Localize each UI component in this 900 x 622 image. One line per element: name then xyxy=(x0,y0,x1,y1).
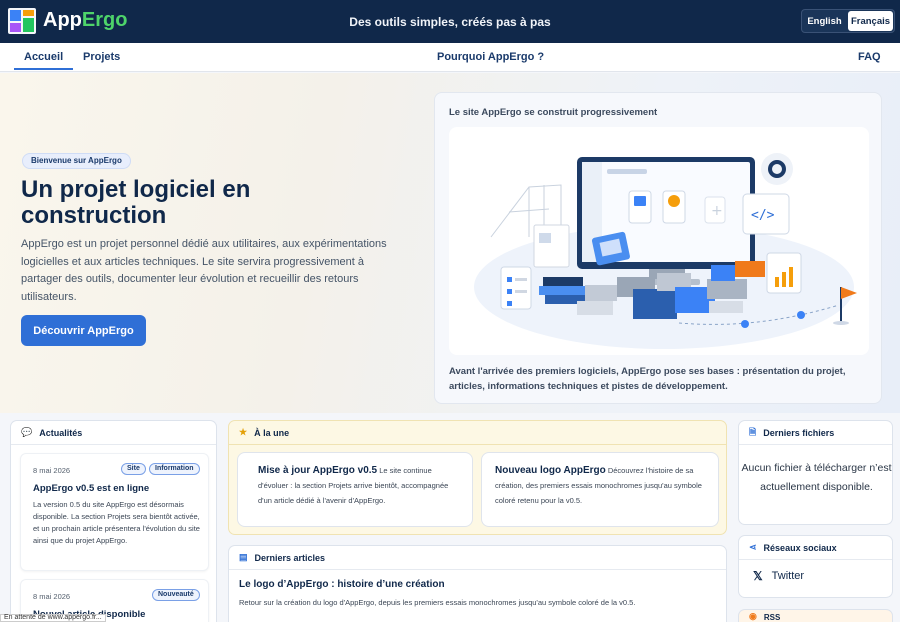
document-icon: ▤ xyxy=(239,552,248,562)
chat-icon: 💬 xyxy=(21,427,33,437)
news-title: Actualités xyxy=(39,427,83,438)
badge-site: Site xyxy=(121,463,146,475)
nav-faq[interactable]: FAQ xyxy=(858,51,881,63)
top-header: AppErgo Des outils simples, créés pas à … xyxy=(0,0,900,43)
rss-icon: ◉ xyxy=(749,611,757,621)
badge-information: Information xyxy=(149,463,200,475)
share-icon: ⋖ xyxy=(749,542,757,552)
files-header: 🗎 Derniers fichiers xyxy=(739,421,892,445)
social-title: Réseaux sociaux xyxy=(763,542,837,553)
featured-item[interactable]: Nouveau logo AppErgo Découvrez l'histoir… xyxy=(481,452,719,527)
file-icon: 🗎 xyxy=(749,426,757,437)
svg-text:</>: </> xyxy=(751,208,775,223)
nav-why[interactable]: Pourquoi AppErgo ? xyxy=(437,51,544,63)
hero-card-description: Avant l'arrivée des premiers logiciels, … xyxy=(449,366,846,392)
badge-new: Nouveauté xyxy=(152,589,200,601)
tagline: Des outils simples, créés pas à pas xyxy=(349,15,551,29)
lang-french-button[interactable]: Français xyxy=(848,11,893,31)
lang-english-button[interactable]: English xyxy=(802,10,847,32)
articles-title: Derniers articles xyxy=(254,552,326,563)
main-nav: Accueil Projets Pourquoi AppErgo ? FAQ xyxy=(0,43,900,72)
articles-header: ▤ Derniers articles xyxy=(229,546,726,570)
star-icon: ★ xyxy=(239,427,248,437)
browser-status-bar: En attente de www.appergo.fr... xyxy=(0,614,106,622)
nav-home[interactable]: Accueil xyxy=(14,51,74,70)
twitter-label: Twitter xyxy=(771,570,805,582)
svg-text:+: + xyxy=(711,203,723,219)
rss-card: ◉ RSS xyxy=(738,609,893,622)
featured-header: ★ À la une xyxy=(229,421,726,445)
featured-item[interactable]: Mise à jour AppErgo v0.5 Le site continu… xyxy=(237,452,473,527)
hero-card-caption: Le site AppErgo se construit progressive… xyxy=(449,107,658,118)
featured-item-title[interactable]: Mise à jour AppErgo v0.5 xyxy=(258,465,377,476)
article-summary: Retour sur la création du logo d'AppErgo… xyxy=(239,598,636,607)
news-date: 8 mai 2026 xyxy=(33,466,71,475)
welcome-pill: Bienvenue sur AppErgo xyxy=(22,153,131,169)
featured-item-title[interactable]: Nouveau logo AppErgo xyxy=(495,465,606,476)
language-switcher: English Français xyxy=(801,9,895,33)
news-card: 💬 Actualités 8 mai 2026 Site Information … xyxy=(10,420,217,622)
social-header: ⋖ Réseaux sociaux xyxy=(739,536,892,560)
rss-title: RSS xyxy=(763,613,781,622)
news-item-text: La version 0.5 du site AppErgo est désor… xyxy=(33,500,200,545)
rss-header: ◉ RSS xyxy=(739,610,892,622)
article-title-link[interactable]: Le logo d’AppErgo : histoire d’une créat… xyxy=(239,579,445,590)
news-header: 💬 Actualités xyxy=(11,421,216,445)
news-date: 8 mai 2026 xyxy=(33,592,71,601)
hero-lead: AppErgo est un projet personnel dédié au… xyxy=(21,238,387,303)
files-card: 🗎 Derniers fichiers Aucun fichier à téléc… xyxy=(738,420,893,525)
x-logo-icon: 𝕏 xyxy=(753,569,763,583)
nav-projects[interactable]: Projets xyxy=(83,51,120,63)
discover-button[interactable]: Découvrir AppErgo xyxy=(21,315,146,346)
featured-title: À la une xyxy=(254,427,290,438)
news-item[interactable]: 8 mai 2026 Site Information AppErgo v0.5… xyxy=(20,453,209,571)
social-card: ⋖ Réseaux sociaux 𝕏 Twitter xyxy=(738,535,893,598)
construction-illustration-svg: + </> xyxy=(474,153,857,349)
files-empty-message: Aucun fichier à télécharger n’est actuel… xyxy=(741,462,892,493)
twitter-link[interactable]: 𝕏 Twitter xyxy=(753,569,804,583)
hero-title: Un projet logiciel en construction xyxy=(21,176,251,229)
featured-card: ★ À la une Mise à jour AppErgo v0.5 Le si… xyxy=(228,420,727,535)
articles-card: ▤ Derniers articles Le logo d’AppErgo : h… xyxy=(228,545,727,622)
hero-card: Le site AppErgo se construit progressive… xyxy=(434,92,882,404)
construction-illustration: + </> xyxy=(449,127,869,355)
news-item-title[interactable]: AppErgo v0.5 est en ligne xyxy=(33,483,149,494)
files-title: Derniers fichiers xyxy=(763,427,835,438)
